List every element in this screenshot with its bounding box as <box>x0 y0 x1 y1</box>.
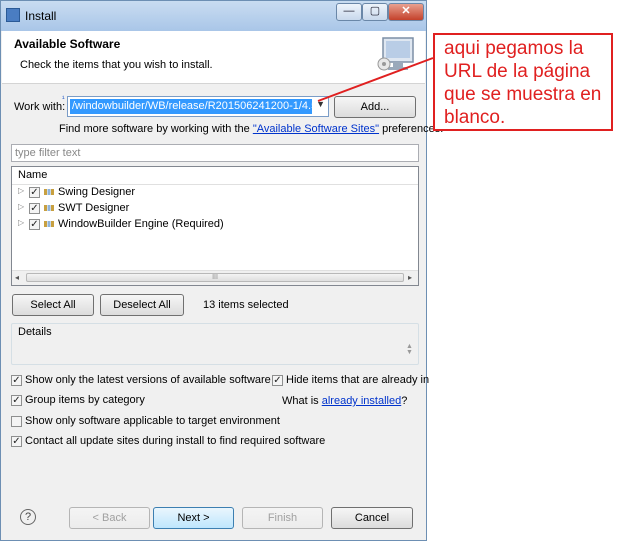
annotation-text: aqui pegamos la URL de la página que se … <box>444 38 602 128</box>
annotation-box: aqui pegamos la URL de la página que se … <box>433 33 613 131</box>
